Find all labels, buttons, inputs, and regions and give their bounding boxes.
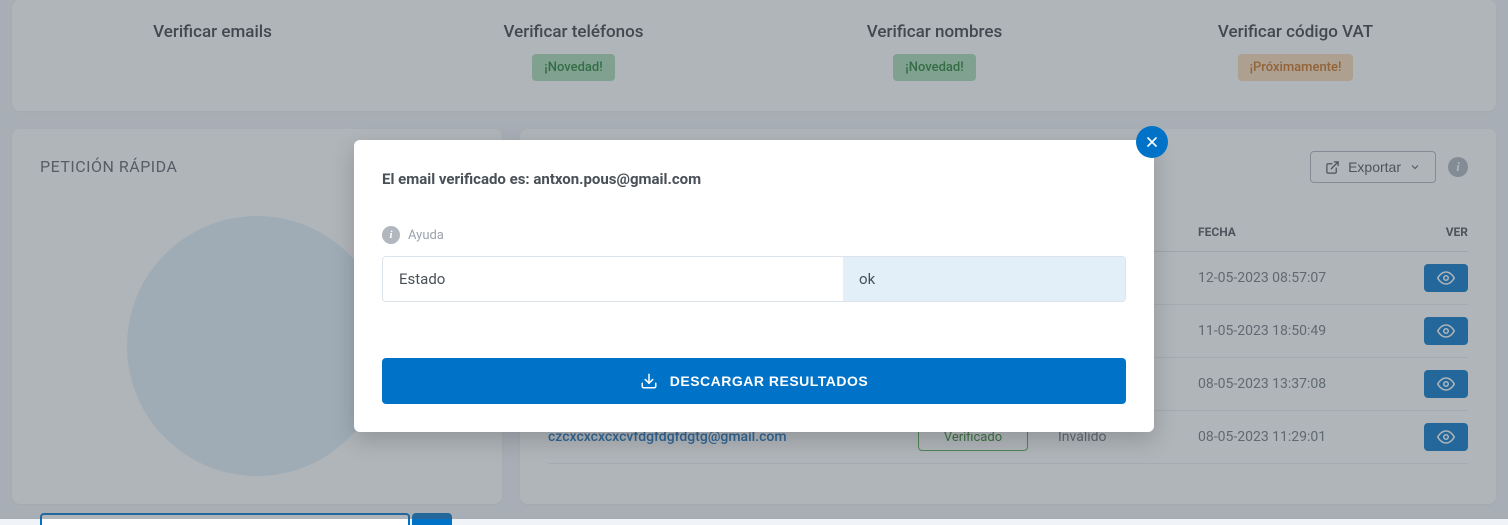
status-label: Estado [383,257,843,301]
close-icon [1144,134,1160,150]
verification-result-modal: El email verificado es: antxon.pous@gmai… [354,140,1154,432]
status-value: ok [843,257,1125,301]
modal-title: El email verificado es: antxon.pous@gmai… [382,170,1126,188]
help-label: Ayuda [408,228,444,243]
info-icon: i [382,226,400,244]
close-button[interactable] [1136,126,1168,158]
download-icon [640,372,658,390]
download-label: DESCARGAR RESULTADOS [670,373,869,389]
help-row[interactable]: i Ayuda [382,226,1126,244]
modal-overlay: El email verificado es: antxon.pous@gmai… [0,0,1508,519]
status-row: Estado ok [382,256,1126,302]
download-results-button[interactable]: DESCARGAR RESULTADOS [382,358,1126,404]
